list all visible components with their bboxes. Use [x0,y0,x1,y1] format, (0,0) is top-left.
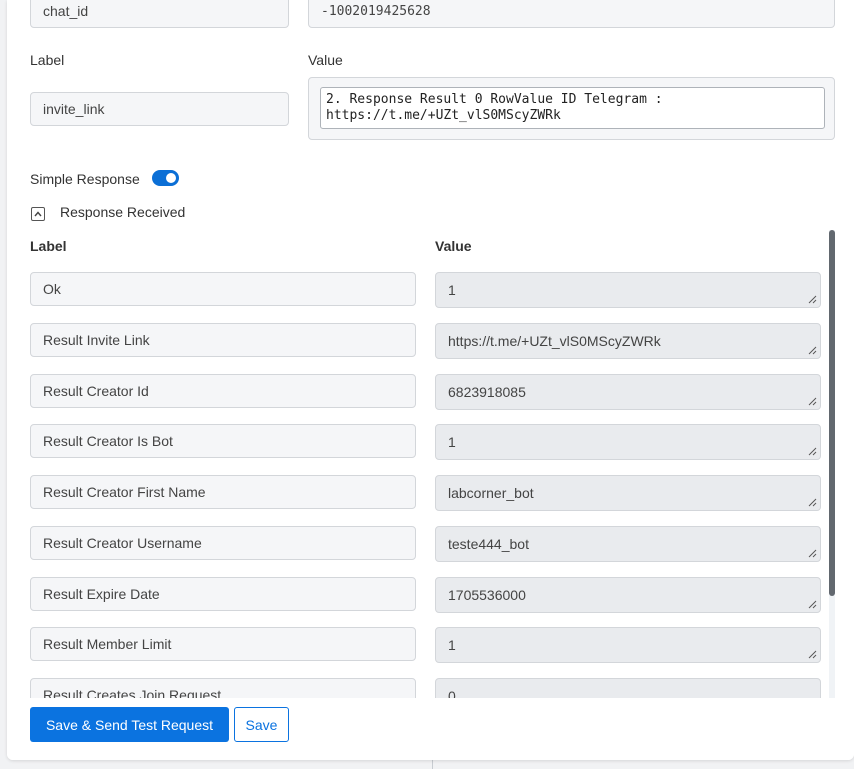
row-label-field[interactable]: Result Member Limit [30,627,416,661]
table-row: Result Creator Id 6823918085 [7,374,854,410]
row-label: Result Member Limit [43,636,172,652]
row-label-field[interactable]: Result Creator Is Bot [30,424,416,458]
row-label-field[interactable]: Result Creator Username [30,526,416,560]
chat-id-value-field[interactable]: -1002019425628 [308,0,835,28]
chat-id-value: -1002019425628 [321,3,431,19]
row-label-field[interactable]: Ok [30,272,416,306]
background-divider [432,760,433,769]
response-received-title: Response Received [60,204,186,220]
row-label-field[interactable]: Result Invite Link [30,323,416,357]
row-label: Result Creator Username [43,535,202,551]
invite-link-label: invite_link [43,101,105,117]
resize-handle-icon[interactable] [808,295,817,304]
chevron-up-icon [34,211,42,217]
row-value-field[interactable]: 6823918085 [435,374,821,410]
row-value: 6823918085 [448,384,526,400]
resize-handle-icon[interactable] [808,600,817,609]
resize-handle-icon[interactable] [808,346,817,355]
response-label-heading: Label [30,238,67,254]
row-label: Result Invite Link [43,332,150,348]
chat-id-label-field[interactable]: chat_id [30,0,289,28]
row-label: Result Expire Date [43,586,160,602]
resize-handle-icon[interactable] [808,650,817,659]
table-row: Result Creator Username teste444_bot [7,526,854,562]
table-row: Result Creator First Name labcorner_bot [7,475,854,511]
response-fields-list[interactable]: Label Value Ok 1 Result Invite Link http… [7,230,854,700]
row-value-field[interactable]: 0 [435,678,821,700]
response-value-heading: Value [435,238,472,254]
table-row: Result Member Limit 1 [7,627,854,663]
collapse-toggle-button[interactable] [31,207,45,221]
invite-link-value-input[interactable]: 2. Response Result 0 RowValue ID Telegra… [320,87,825,129]
row-value-field[interactable]: 1 [435,424,821,460]
row-label: Result Creator Is Bot [43,433,173,449]
row-label: Result Creator First Name [43,484,206,500]
row-value-field[interactable]: https://t.me/+UZt_vlS0MScyZWRk [435,323,821,359]
invite-link-value-container: 2. Response Result 0 RowValue ID Telegra… [308,77,835,140]
action-footer: Save & Send Test Request Save [7,698,854,760]
resize-handle-icon[interactable] [808,447,817,456]
value-heading: Value [308,52,343,68]
resize-handle-icon[interactable] [808,549,817,558]
simple-response-label: Simple Response [30,171,140,187]
save-button[interactable]: Save [234,707,289,742]
row-label: Ok [43,281,61,297]
row-label-field[interactable]: Result Creator First Name [30,475,416,509]
toggle-knob [166,173,176,183]
chat-id-label: chat_id [43,3,89,19]
row-label-field[interactable]: Result Creates Join Request [30,678,416,700]
label-heading: Label [30,52,65,68]
scrollbar-thumb[interactable] [829,230,835,596]
row-label-field[interactable]: Result Expire Date [30,577,416,611]
row-value: https://t.me/+UZt_vlS0MScyZWRk [448,333,661,349]
resize-handle-icon[interactable] [808,397,817,406]
table-row: Result Creates Join Request 0 [7,678,854,700]
table-row: Result Creator Is Bot 1 [7,424,854,460]
row-value: 1 [448,434,456,450]
row-value-field[interactable]: 1 [435,272,821,308]
row-value-field[interactable]: 1 [435,627,821,663]
row-label: Result Creator Id [43,383,149,399]
row-value: labcorner_bot [448,485,534,501]
resize-handle-icon[interactable] [808,498,817,507]
step-config-panel: chat_id -1002019425628 Label Value invit… [7,0,854,760]
row-value: 1 [448,282,456,298]
row-label-field[interactable]: Result Creator Id [30,374,416,408]
row-value-field[interactable]: labcorner_bot [435,475,821,511]
invite-link-label-field[interactable]: invite_link [30,92,289,126]
row-value: 1 [448,637,456,653]
table-row: Ok 1 [7,272,854,308]
row-value-field[interactable]: 1705536000 [435,577,821,613]
save-send-test-button[interactable]: Save & Send Test Request [30,707,229,742]
row-value: 1705536000 [448,587,526,603]
table-row: Result Invite Link https://t.me/+UZt_vlS… [7,323,854,359]
row-value: teste444_bot [448,536,529,552]
row-value-field[interactable]: teste444_bot [435,526,821,562]
table-row: Result Expire Date 1705536000 [7,577,854,613]
simple-response-toggle[interactable] [152,170,179,186]
